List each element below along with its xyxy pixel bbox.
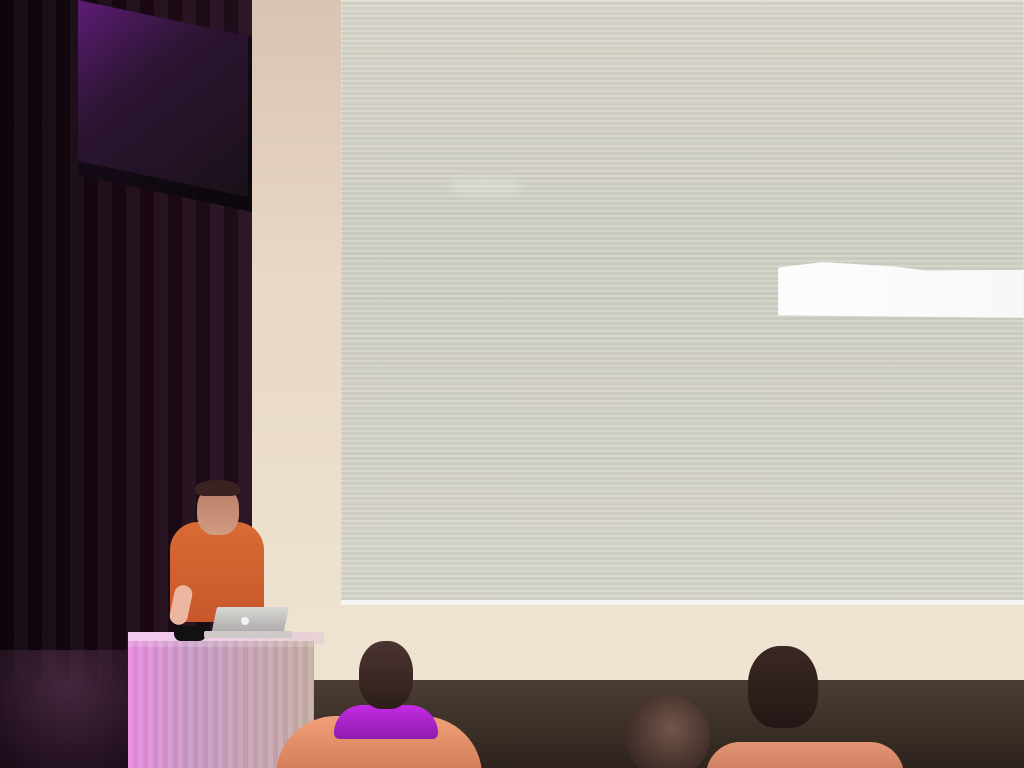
- screen-highlight-bar: [778, 262, 1024, 318]
- audience-member-right-head: [748, 646, 818, 728]
- presenter-hair: [195, 480, 240, 496]
- black-device-on-lectern: [174, 626, 206, 641]
- laptop-logo: [241, 617, 249, 625]
- laptop-base: [204, 631, 292, 638]
- screen-bottom-edge: [341, 600, 1024, 605]
- front-chair-right: [706, 742, 904, 768]
- audience-member-left-head: [359, 641, 413, 709]
- audience-member-middle-head: [625, 695, 710, 768]
- screen-glint: [450, 178, 520, 196]
- audience-member-left-shirt: [334, 705, 438, 739]
- presentation-scene: [0, 0, 1024, 768]
